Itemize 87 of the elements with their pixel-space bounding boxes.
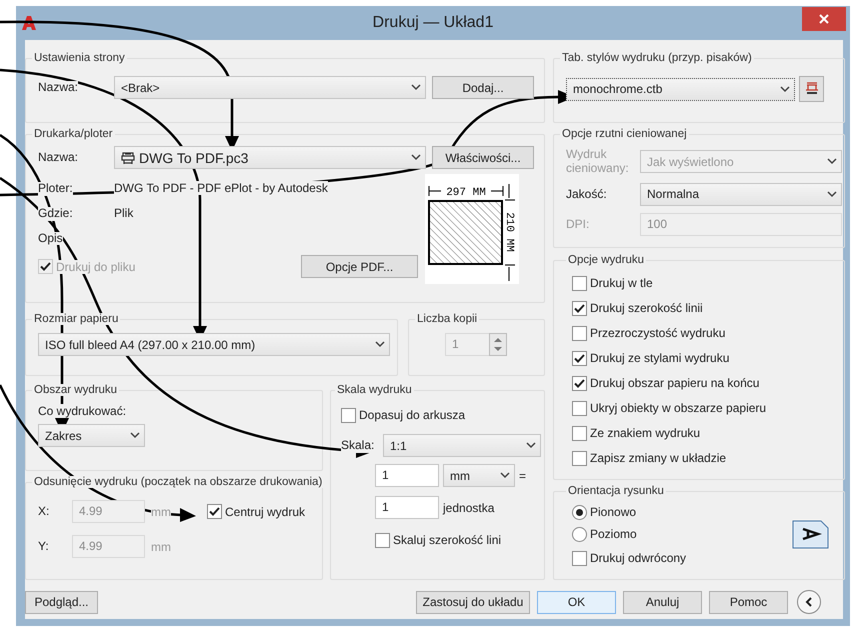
checkbox-label[interactable]: Drukuj szerokość linii [590,301,703,315]
pdf-options-button[interactable]: Opcje PDF... [301,255,418,278]
edit-style-button[interactable] [799,76,824,102]
checkbox[interactable] [375,532,390,548]
close-button[interactable] [802,7,846,31]
group-title: Ustawienia strony [32,52,127,64]
paper-width-label: 297 MM [446,187,486,199]
app-logo-icon [22,16,36,30]
info-label: Opis [38,232,63,246]
window-title: Drukuj — Układ1 [372,14,494,32]
group-title: Liczba kopii [415,313,480,325]
paper-height-label: 210 MM [503,212,515,252]
checkbox-label[interactable]: Drukuj odwrócony [590,551,686,565]
dropdown[interactable]: mm [443,464,515,487]
chevron-down-icon [500,472,510,479]
dialog-button[interactable]: OK [537,590,616,614]
checkbox[interactable] [207,504,222,519]
checkbox[interactable] [341,408,356,422]
group-title: Opcje wydruku [566,254,646,266]
group-title: Odsunięcie wydruku (początek na obszarze drukowania) [32,476,324,488]
info-value: DWG To PDF - PDF ePlot - by Autodesk [114,181,328,196]
radio-button[interactable] [572,526,587,542]
chevron-down-icon [411,84,421,91]
field-label: Co wydrukować: [38,404,126,418]
close-icon [819,14,829,24]
checkbox[interactable] [572,426,587,440]
group-title: Tab. stylów wydruku (przyp. pisaków) [560,52,754,64]
group-title: Orientacja rysunku [566,485,666,497]
checkbox-label[interactable]: Skaluj szerokość lini [393,533,502,547]
scale-value-field[interactable]: 1 [375,464,439,487]
dropdown[interactable]: monochrome.ctb [566,78,795,100]
checkbox-label[interactable]: Drukuj ze stylami wydruku [590,351,730,365]
checkbox-label[interactable]: Dopasuj do arkusza [359,408,466,422]
add-button[interactable]: Dodaj... [432,76,534,99]
unit-label: jednostka [443,500,494,514]
dropdown[interactable]: Normalna [640,182,842,206]
checkbox[interactable] [572,400,587,416]
plotter-edit-icon [804,80,818,94]
group-title: Drukarka/ploter [32,128,115,140]
group-title: Skala wydruku [335,384,414,396]
info-label: Ploter: [38,182,73,196]
checkbox[interactable] [572,276,587,290]
checkbox[interactable] [572,350,587,366]
page-orientation-icon [792,520,829,548]
checkbox[interactable] [572,450,587,466]
checkbox[interactable] [572,326,587,340]
scale-value-field[interactable]: 1 [375,496,439,519]
checkbox-label[interactable]: Drukuj obszar papieru na końcu [590,376,760,390]
checkbox-label[interactable]: Ukryj obiekty w obszarze papieru [590,401,766,415]
radio-button[interactable] [572,504,587,520]
checkbox[interactable] [572,376,587,390]
radio-label[interactable]: Pionowo [590,505,636,519]
chevron-down-icon [827,190,837,198]
radio-label[interactable]: Poziomo [590,527,637,541]
checkbox-label[interactable]: Ze znakiem wydruku [590,426,700,440]
chevron-down-icon [375,341,385,348]
dropdown[interactable]: Zakres [38,424,145,447]
chevron-down-icon [780,86,790,92]
dropdown[interactable]: DWG To PDF.pc3 [114,146,426,169]
dialog-button[interactable]: Anuluj [623,590,702,614]
checkbox-label[interactable]: Przezroczystość wydruku [590,326,726,340]
dropdown[interactable]: 1:1 [383,434,541,457]
chevron-down-icon [130,432,140,439]
checkbox[interactable] [572,300,587,316]
properties-button[interactable]: Właściwości... [432,146,534,169]
preview-button[interactable]: Podgląd... [25,590,98,614]
checkbox[interactable] [572,550,587,566]
dropdown[interactable]: ISO full bleed A4 (297.00 x 210.00 mm) [38,333,390,356]
dialog-button[interactable]: Pomoc [709,590,788,614]
field-label: Jakość: [566,188,607,202]
chevron-down-icon [411,154,421,161]
chevron-down-icon [827,158,837,166]
chevron-left-icon [804,597,814,607]
group-title: Opcje rzutni cieniowanej [560,128,689,140]
checkbox-label[interactable]: Drukuj w tle [590,276,653,290]
field-label: Skala: [341,439,374,453]
collapse-button[interactable] [797,590,821,614]
dropdown[interactable]: <Brak> [114,76,426,99]
group-title: Rozmiar papieru [32,313,120,325]
dialog-button[interactable]: Zastosuj do układu [416,590,530,614]
checkbox-label[interactable]: Centruj wydruk [225,504,306,518]
spin-arrows-icon [489,333,507,356]
plotter-icon [121,150,135,164]
chevron-down-icon [526,442,536,449]
checkbox-label[interactable]: Zapisz zmiany w układzie [590,451,726,465]
info-label: Gdzie: [38,206,73,221]
group-title: Obszar wydruku [32,384,120,396]
